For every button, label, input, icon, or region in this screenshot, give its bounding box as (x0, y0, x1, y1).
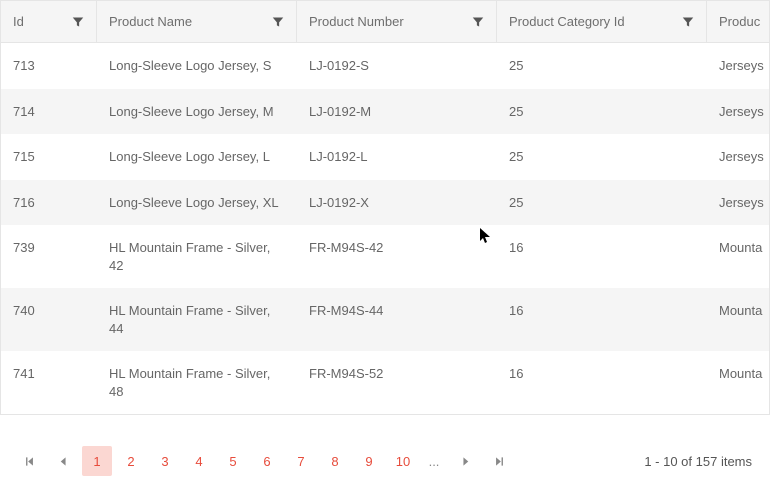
pager-page-2[interactable]: 2 (116, 446, 146, 476)
pager-prev-button[interactable] (48, 446, 78, 476)
pager-page-3[interactable]: 3 (150, 446, 180, 476)
cell-product-number: LJ-0192-L (297, 134, 497, 180)
column-header-id[interactable]: Id (1, 1, 97, 42)
filter-icon[interactable] (272, 16, 284, 28)
cell-product-truncated: Jerseys (707, 180, 770, 226)
cell-id: 740 (1, 288, 97, 351)
cell-product-number: FR-M94S-44 (297, 288, 497, 351)
column-header-product-name[interactable]: Product Name (97, 1, 297, 42)
pager-page-4[interactable]: 4 (184, 446, 214, 476)
column-header-product-number[interactable]: Product Number (297, 1, 497, 42)
column-header-product-truncated[interactable]: Produc (707, 1, 770, 42)
cell-product-truncated: Mounta (707, 225, 770, 288)
table-row[interactable]: 715 Long-Sleeve Logo Jersey, L LJ-0192-L… (1, 134, 769, 180)
cell-product-name: Long-Sleeve Logo Jersey, S (97, 43, 297, 89)
cell-id: 713 (1, 43, 97, 89)
table-row[interactable]: 740 HL Mountain Frame - Silver, 44 FR-M9… (1, 288, 769, 351)
filter-icon[interactable] (472, 16, 484, 28)
cell-product-truncated: Jerseys (707, 89, 770, 135)
cell-product-category-id: 25 (497, 134, 707, 180)
pager-page-6[interactable]: 6 (252, 446, 282, 476)
filter-icon[interactable] (682, 16, 694, 28)
cell-product-number: LJ-0192-X (297, 180, 497, 226)
cell-product-truncated: Jerseys (707, 134, 770, 180)
cell-product-number: LJ-0192-S (297, 43, 497, 89)
cell-product-truncated: Jerseys (707, 43, 770, 89)
pager-next-button[interactable] (450, 446, 480, 476)
cell-id: 715 (1, 134, 97, 180)
table-row[interactable]: 713 Long-Sleeve Logo Jersey, S LJ-0192-S… (1, 43, 769, 89)
cell-product-category-id: 16 (497, 225, 707, 288)
table-row[interactable]: 716 Long-Sleeve Logo Jersey, XL LJ-0192-… (1, 180, 769, 226)
cell-product-category-id: 25 (497, 89, 707, 135)
column-label: Id (13, 14, 24, 29)
cell-product-category-id: 25 (497, 180, 707, 226)
pager-last-button[interactable] (484, 446, 514, 476)
cell-product-truncated: Mounta (707, 351, 770, 414)
cell-id: 716 (1, 180, 97, 226)
cell-product-category-id: 25 (497, 43, 707, 89)
table-row[interactable]: 741 HL Mountain Frame - Silver, 48 FR-M9… (1, 351, 769, 414)
table-row[interactable]: 739 HL Mountain Frame - Silver, 42 FR-M9… (1, 225, 769, 288)
pager-page-7[interactable]: 7 (286, 446, 316, 476)
cell-product-name: Long-Sleeve Logo Jersey, XL (97, 180, 297, 226)
cell-id: 741 (1, 351, 97, 414)
pager-page-1[interactable]: 1 (82, 446, 112, 476)
pager-page-5[interactable]: 5 (218, 446, 248, 476)
cell-product-name: Long-Sleeve Logo Jersey, M (97, 89, 297, 135)
filter-icon[interactable] (72, 16, 84, 28)
cell-product-truncated: Mounta (707, 288, 770, 351)
grid-body: 713 Long-Sleeve Logo Jersey, S LJ-0192-S… (1, 43, 769, 414)
cell-product-number: FR-M94S-52 (297, 351, 497, 414)
pager-controls: 1 2 3 4 5 6 7 8 9 10 ... (14, 446, 514, 476)
cell-product-name: HL Mountain Frame - Silver, 48 (97, 351, 297, 414)
data-grid: Id Product Name Product Number Product C… (0, 0, 770, 415)
column-label: Product Number (309, 14, 404, 29)
grid-header: Id Product Name Product Number Product C… (1, 1, 769, 43)
pager-info: 1 - 10 of 157 items (644, 454, 752, 469)
table-row[interactable]: 714 Long-Sleeve Logo Jersey, M LJ-0192-M… (1, 89, 769, 135)
cell-id: 714 (1, 89, 97, 135)
pager-page-10[interactable]: 10 (388, 446, 418, 476)
column-label: Product Name (109, 14, 192, 29)
cell-product-name: Long-Sleeve Logo Jersey, L (97, 134, 297, 180)
cell-product-category-id: 16 (497, 288, 707, 351)
column-label: Produc (719, 14, 760, 29)
column-label: Product Category Id (509, 14, 625, 29)
cell-product-category-id: 16 (497, 351, 707, 414)
column-header-product-category-id[interactable]: Product Category Id (497, 1, 707, 42)
pager-more[interactable]: ... (422, 454, 446, 469)
cell-id: 739 (1, 225, 97, 288)
cell-product-number: FR-M94S-42 (297, 225, 497, 288)
cell-product-name: HL Mountain Frame - Silver, 44 (97, 288, 297, 351)
pager-page-9[interactable]: 9 (354, 446, 384, 476)
pager: 1 2 3 4 5 6 7 8 9 10 ... 1 - 10 of 157 i… (0, 436, 770, 486)
cell-product-number: LJ-0192-M (297, 89, 497, 135)
pager-first-button[interactable] (14, 446, 44, 476)
pager-page-8[interactable]: 8 (320, 446, 350, 476)
cell-product-name: HL Mountain Frame - Silver, 42 (97, 225, 297, 288)
